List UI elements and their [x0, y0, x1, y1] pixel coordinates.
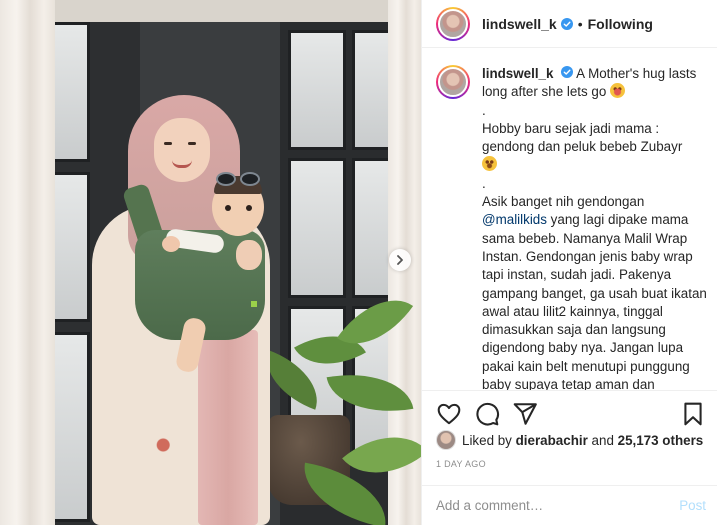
story-ring[interactable]	[436, 6, 470, 41]
post-comment-button[interactable]: Post	[679, 498, 706, 513]
mother-face	[154, 118, 210, 182]
comment-icon[interactable]	[474, 401, 500, 427]
wall	[0, 0, 421, 22]
story-ring[interactable]	[436, 65, 470, 99]
eye	[246, 205, 252, 211]
eye	[188, 142, 196, 145]
bookmark-icon[interactable]	[680, 401, 706, 427]
post-sidebar: lindswell_k • Following lindswell_k A Mo…	[421, 0, 717, 525]
liker-username[interactable]: dierabachir	[516, 433, 588, 448]
likes-connector: and	[591, 432, 614, 448]
instagram-post: lindswell_k • Following lindswell_k A Mo…	[0, 0, 717, 525]
verified-badge-icon	[561, 66, 574, 78]
caption-line: Hobby baru sejak jadi mama : gendong dan…	[482, 120, 683, 155]
header-username[interactable]: lindswell_k	[482, 16, 557, 32]
comment-input[interactable]	[436, 498, 680, 513]
wrap-label	[251, 301, 257, 307]
avatar[interactable]	[438, 67, 468, 97]
avatar[interactable]	[438, 8, 468, 39]
pleated-skirt	[198, 330, 258, 525]
likes-summary: Liked by dierabachir and 25,173 others	[436, 430, 703, 450]
baby-hand	[162, 236, 180, 252]
post-photo[interactable]	[0, 0, 421, 525]
following-button[interactable]: Following	[588, 16, 653, 32]
caption-line: yang lagi dipake mama sama bebeb. Namany…	[482, 212, 707, 390]
post-timestamp[interactable]: 1 DAY AGO	[436, 459, 486, 469]
post-header: lindswell_k • Following	[422, 0, 717, 48]
eye	[164, 142, 172, 145]
chevron-right-icon	[397, 255, 403, 265]
verified-badge-icon	[560, 17, 573, 30]
sunglasses	[216, 172, 260, 186]
heart-eyes-emoji-icon	[610, 83, 626, 99]
caption-line: .	[482, 102, 486, 118]
mother-hand	[236, 240, 262, 270]
curtain-left	[0, 0, 55, 525]
likes-prefix: Liked by	[462, 432, 512, 448]
hugging-emoji-icon	[482, 156, 497, 172]
separator-dot: •	[577, 15, 583, 32]
heart-icon[interactable]	[436, 401, 462, 427]
caption-username[interactable]: lindswell_k	[482, 66, 553, 81]
paper-plane-icon[interactable]	[512, 401, 538, 427]
liker-avatar[interactable]	[436, 430, 456, 450]
caption-line: Asik banget nih gendongan	[482, 194, 645, 210]
caption-line: .	[482, 175, 486, 191]
caption: lindswell_k A Mother's hug lasts long af…	[422, 49, 717, 390]
caption-text: lindswell_k A Mother's hug lasts long af…	[482, 65, 708, 390]
comment-bar: Post	[422, 485, 717, 525]
next-photo-button[interactable]	[389, 249, 411, 271]
mention-link[interactable]: @malilkids	[482, 212, 547, 227]
likes-count[interactable]: 25,173 others	[618, 433, 704, 448]
eye	[225, 205, 231, 211]
